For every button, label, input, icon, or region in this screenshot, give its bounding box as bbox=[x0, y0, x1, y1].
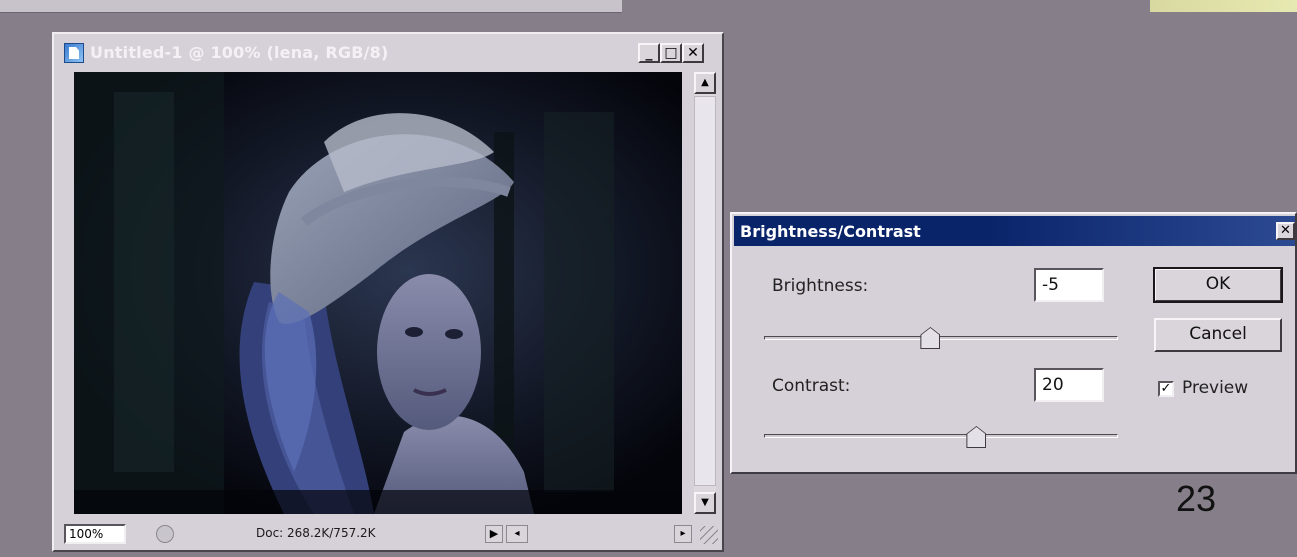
document-window: Untitled-1 @ 100% (lena, RGB/8) _ □ ✕ ▲ … bbox=[52, 32, 724, 552]
document-icon bbox=[64, 43, 84, 63]
top-bar-left bbox=[0, 0, 622, 13]
status-menu-arrow[interactable]: ▶ bbox=[485, 525, 503, 543]
preview-label: Preview bbox=[1182, 378, 1249, 398]
slide-number: 23 bbox=[1176, 478, 1217, 519]
maximize-button[interactable]: □ bbox=[660, 43, 682, 63]
status-round-icon[interactable] bbox=[156, 525, 174, 543]
scroll-left-button[interactable]: ◂ bbox=[506, 525, 528, 543]
ok-button[interactable]: OK bbox=[1153, 267, 1283, 303]
close-button[interactable]: ✕ bbox=[682, 43, 704, 63]
brightness-contrast-dialog: Brightness/Contrast ✕ Brightness: -5 Con… bbox=[730, 212, 1297, 474]
contrast-label: Contrast: bbox=[772, 376, 851, 396]
doc-size-info: Doc: 268.2K/757.2K bbox=[256, 526, 376, 540]
preview-checkbox[interactable]: ✓ bbox=[1158, 381, 1174, 397]
dialog-titlebar[interactable]: Brightness/Contrast ✕ bbox=[734, 216, 1295, 246]
contrast-slider-track[interactable] bbox=[764, 434, 1118, 438]
scroll-thumb[interactable] bbox=[694, 96, 716, 486]
image-canvas[interactable] bbox=[74, 72, 682, 514]
contrast-slider-thumb[interactable] bbox=[967, 427, 986, 447]
dialog-close-button[interactable]: ✕ bbox=[1276, 222, 1295, 240]
cancel-button[interactable]: Cancel bbox=[1154, 318, 1282, 352]
brightness-slider-track[interactable] bbox=[764, 336, 1118, 340]
scroll-up-button[interactable]: ▲ bbox=[694, 72, 716, 94]
lena-photo bbox=[74, 72, 682, 514]
zoom-input[interactable]: 100% bbox=[64, 524, 126, 544]
top-bar-right bbox=[1150, 0, 1297, 12]
scroll-right-button[interactable]: ▸ bbox=[674, 525, 692, 543]
dialog-title: Brightness/Contrast bbox=[740, 222, 921, 241]
brightness-input[interactable]: -5 bbox=[1034, 268, 1104, 302]
document-titlebar[interactable]: Untitled-1 @ 100% (lena, RGB/8) _ □ ✕ bbox=[58, 40, 718, 68]
vertical-scrollbar[interactable]: ▲ ▼ bbox=[694, 72, 716, 514]
brightness-slider-thumb[interactable] bbox=[921, 328, 940, 348]
document-title: Untitled-1 @ 100% (lena, RGB/8) bbox=[90, 43, 389, 62]
resize-grip-icon[interactable] bbox=[700, 526, 718, 544]
scroll-down-button[interactable]: ▼ bbox=[694, 492, 716, 514]
status-bar: 100% Doc: 268.2K/757.2K ▶ ◂ ▸ bbox=[60, 522, 720, 546]
brightness-label: Brightness: bbox=[772, 276, 869, 296]
minimize-button[interactable]: _ bbox=[638, 43, 660, 63]
contrast-input[interactable]: 20 bbox=[1034, 368, 1104, 402]
